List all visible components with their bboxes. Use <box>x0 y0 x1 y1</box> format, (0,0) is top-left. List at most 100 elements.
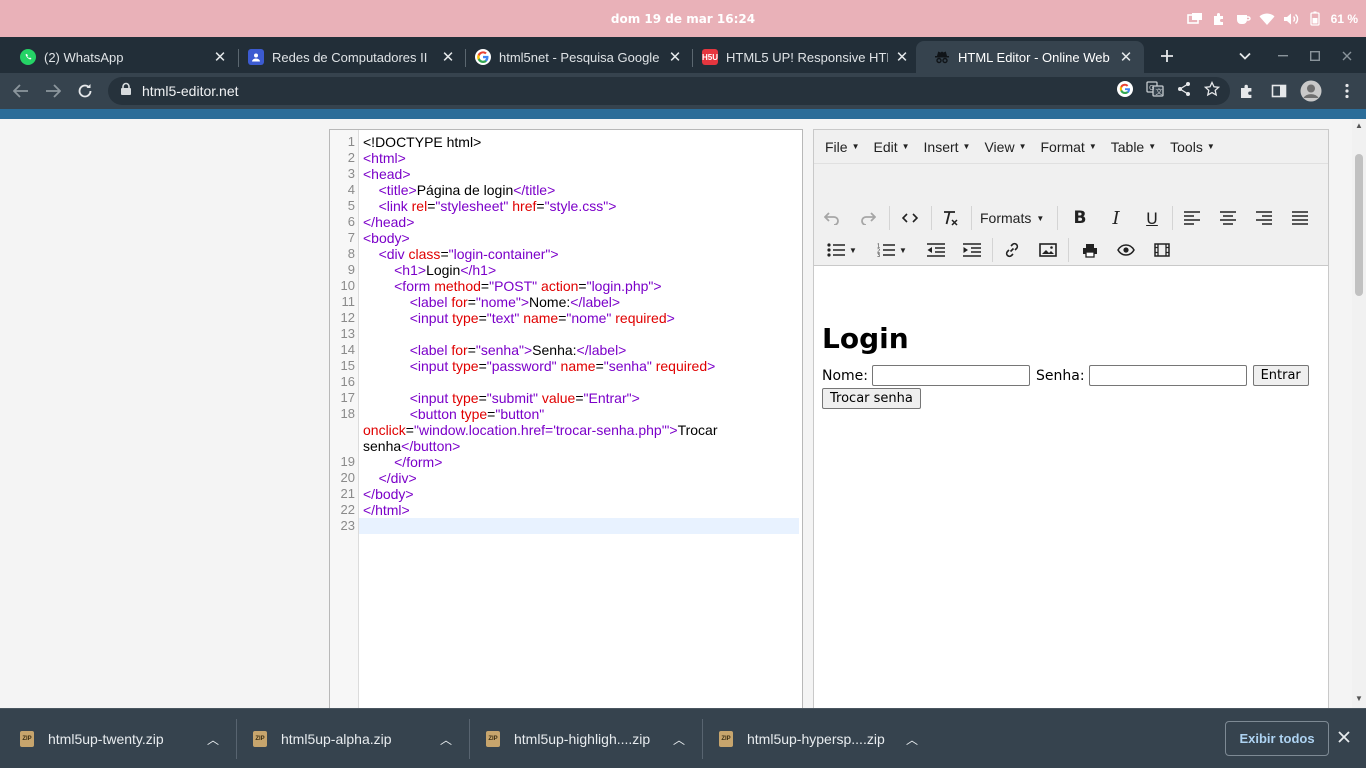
trocar-senha-button[interactable]: Trocar senha <box>822 388 921 409</box>
code-text[interactable]: <head> <box>359 166 799 182</box>
code-line[interactable]: 7 <body> <box>330 230 802 246</box>
align-justify-icon[interactable] <box>1286 205 1314 231</box>
code-text[interactable]: <input type="submit" value="Entrar"> <box>359 390 799 406</box>
media-film-icon[interactable] <box>1148 237 1176 263</box>
scroll-up-arrow-icon[interactable]: ▲ <box>1355 121 1363 130</box>
code-text[interactable]: ​ <box>359 374 799 390</box>
nome-input[interactable] <box>872 365 1031 386</box>
code-line[interactable]: 13 ​ <box>330 326 802 342</box>
code-line[interactable]: 8 <div class="login-container"> <box>330 246 802 262</box>
minimize-window-button[interactable] <box>1268 41 1298 71</box>
close-icon[interactable]: ✕ <box>1118 48 1134 66</box>
menu-edit[interactable]: Edit ▼ <box>866 139 916 155</box>
code-line[interactable]: 3 <head> <box>330 166 802 182</box>
coffee-icon[interactable] <box>1235 11 1251 27</box>
bookmark-star-icon[interactable] <box>1203 80 1221 102</box>
code-line[interactable]: 15 <input type="password" name="senha" r… <box>330 358 802 374</box>
code-line[interactable]: 5 <link rel="stylesheet" href="style.css… <box>330 198 802 214</box>
code-text[interactable]: <body> <box>359 230 799 246</box>
scrollbar-thumb[interactable] <box>1355 154 1363 296</box>
code-text[interactable]: <input type="password" name="senha" requ… <box>359 358 799 374</box>
code-text[interactable]: <html> <box>359 150 799 166</box>
volume-icon[interactable] <box>1283 11 1299 27</box>
code-line[interactable]: 6 </head> <box>330 214 802 230</box>
code-line[interactable]: 19 </form> <box>330 454 802 470</box>
indent-icon[interactable] <box>958 237 986 263</box>
align-right-icon[interactable] <box>1250 205 1278 231</box>
address-bar[interactable]: html5-editor.net G文 <box>108 77 1230 105</box>
source-code-icon[interactable] <box>896 205 924 231</box>
code-text[interactable]: <button type="button" onclick="window.lo… <box>359 406 799 454</box>
code-text[interactable]: </head> <box>359 214 799 230</box>
code-text[interactable]: </div> <box>359 470 799 486</box>
system-tray[interactable]: 61 % <box>1186 0 1358 37</box>
bold-icon[interactable]: B <box>1066 205 1094 231</box>
code-line[interactable]: 16 ​ <box>330 374 802 390</box>
code-line[interactable]: 10 <form method="POST" action="login.php… <box>330 278 802 294</box>
google-lens-icon[interactable] <box>1116 80 1134 103</box>
extensions-tray-icon[interactable] <box>1211 11 1227 27</box>
code-text[interactable]: <h1>Login</h1> <box>359 262 799 278</box>
code-line[interactable]: 20 </div> <box>330 470 802 486</box>
numbered-list-chevron-down-icon[interactable]: ▼ <box>896 237 910 263</box>
os-clock[interactable]: dom 19 de mar 16:24 <box>611 12 755 26</box>
chevron-up-icon[interactable]: ︿ <box>906 731 918 748</box>
close-shelf-icon[interactable] <box>1338 727 1350 748</box>
back-button[interactable] <box>8 78 34 104</box>
code-line[interactable]: 4 <title>Página de login</title> <box>330 182 802 198</box>
menu-file[interactable]: File ▼ <box>818 139 866 155</box>
code-line[interactable]: 12 <input type="text" name="nome" requir… <box>330 310 802 326</box>
align-center-icon[interactable] <box>1214 205 1242 231</box>
battery-icon[interactable] <box>1307 11 1323 27</box>
bullet-list-chevron-down-icon[interactable]: ▼ <box>846 237 860 263</box>
close-window-button[interactable] <box>1332 41 1362 71</box>
download-item-1[interactable]: ZIP html5up-twenty.zip ︿ <box>20 709 219 768</box>
editor-document[interactable]: Login Nome: Senha: Entrar Trocar senha <box>814 266 1328 708</box>
scroll-down-arrow-icon[interactable]: ▼ <box>1355 694 1363 703</box>
code-line[interactable]: 22 </html> <box>330 502 802 518</box>
new-tab-button[interactable] <box>1152 41 1182 71</box>
tab-search-chevron-down-icon[interactable] <box>1230 41 1260 71</box>
menu-format[interactable]: Format ▼ <box>1033 139 1103 155</box>
menu-table[interactable]: Table ▼ <box>1104 139 1163 155</box>
code-line[interactable]: 21 </body> <box>330 486 802 502</box>
chrome-menu-icon[interactable] <box>1334 78 1360 104</box>
show-all-downloads-button[interactable]: Exibir todos <box>1225 721 1329 756</box>
code-text[interactable]: </form> <box>359 454 799 470</box>
preview-eye-icon[interactable] <box>1112 237 1140 263</box>
image-icon[interactable] <box>1034 237 1062 263</box>
code-line[interactable]: 17 <input type="submit" value="Entrar"> <box>330 390 802 406</box>
code-text[interactable]: <link rel="stylesheet" href="style.css"> <box>359 198 799 214</box>
download-item-2[interactable]: ZIP html5up-alpha.zip ︿ <box>253 709 452 768</box>
profile-avatar[interactable] <box>1298 78 1324 104</box>
tab-google-search[interactable]: html5net - Pesquisa Google ✕ <box>457 41 693 73</box>
maximize-window-button[interactable] <box>1300 41 1330 71</box>
menu-insert[interactable]: Insert ▼ <box>917 139 978 155</box>
download-item-3[interactable]: ZIP html5up-highligh....zip ︿ <box>486 709 685 768</box>
entrar-button[interactable]: Entrar <box>1252 365 1309 386</box>
outdent-icon[interactable] <box>922 237 950 263</box>
code-text[interactable]: <label for="senha">Senha:</label> <box>359 342 799 358</box>
close-icon[interactable]: ✕ <box>212 48 228 66</box>
page-scrollbar[interactable]: ▲ ▼ <box>1352 119 1366 708</box>
align-left-icon[interactable] <box>1178 205 1206 231</box>
wifi-icon[interactable] <box>1259 11 1275 27</box>
code-text[interactable]: <div class="login-container"> <box>359 246 799 262</box>
url-text[interactable]: html5-editor.net <box>142 83 239 99</box>
chevron-up-icon[interactable]: ︿ <box>440 731 452 748</box>
close-icon[interactable]: ✕ <box>440 48 456 66</box>
italic-icon[interactable]: I <box>1102 205 1130 231</box>
code-line[interactable]: 1 <!DOCTYPE html> <box>330 134 802 150</box>
link-icon[interactable] <box>998 237 1026 263</box>
clear-formatting-icon[interactable] <box>936 205 964 231</box>
screen-share-icon[interactable] <box>1186 11 1203 27</box>
close-icon[interactable]: ✕ <box>894 48 910 66</box>
chevron-up-icon[interactable]: ︿ <box>207 731 219 748</box>
menu-view[interactable]: View ▼ <box>977 139 1033 155</box>
formats-dropdown[interactable]: Formats ▼ <box>980 205 1044 231</box>
tab-whatsapp[interactable]: (2) WhatsApp ✕ <box>2 41 238 73</box>
lock-icon[interactable] <box>120 82 134 101</box>
forward-button[interactable] <box>40 78 66 104</box>
code-text[interactable]: <title>Página de login</title> <box>359 182 799 198</box>
reload-button[interactable] <box>72 78 98 104</box>
